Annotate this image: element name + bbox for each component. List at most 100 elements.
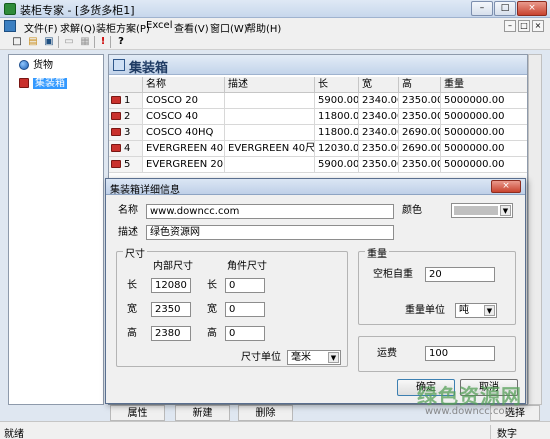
color-select[interactable]: ▼ bbox=[451, 203, 513, 218]
table-cell-description[interactable] bbox=[225, 125, 315, 141]
table-cell-weight[interactable]: 5000000.00 bbox=[441, 125, 527, 141]
menu-excel[interactable]: Excel bbox=[146, 20, 173, 31]
table-cell-weight[interactable]: 5000000.00 bbox=[441, 93, 527, 109]
inner-height-input[interactable]: 2380 bbox=[151, 326, 191, 341]
table-cell-name[interactable]: COSCO 20 bbox=[143, 93, 225, 109]
weight-unit-label: 重量单位 bbox=[405, 305, 445, 316]
alert-icon[interactable]: ! bbox=[96, 35, 110, 49]
vertical-scrollbar[interactable] bbox=[528, 54, 542, 405]
table-cell-width[interactable]: 2340.00 bbox=[359, 109, 399, 125]
mdi-minimize-button[interactable]: – bbox=[504, 20, 516, 32]
table-cell-length[interactable]: 12030.00 bbox=[315, 141, 359, 157]
print-icon[interactable]: ▦ bbox=[78, 35, 92, 49]
table-cell-description[interactable] bbox=[225, 157, 315, 173]
table-cell-height[interactable]: 2350.00 bbox=[399, 157, 441, 173]
menu-help[interactable]: 帮助(H) bbox=[246, 20, 281, 35]
inner-width-input[interactable]: 2350 bbox=[151, 302, 191, 317]
dialog-title-bar: 集装箱详细信息 × bbox=[106, 179, 525, 196]
page-title: 集装箱 bbox=[129, 61, 169, 76]
column-header-description[interactable]: 描述 bbox=[225, 77, 315, 93]
menu-window[interactable]: 窗口(W) bbox=[210, 20, 248, 35]
row-number: 5 bbox=[124, 159, 131, 170]
column-header-height[interactable]: 高 bbox=[399, 77, 441, 93]
column-header-width[interactable]: 宽 bbox=[359, 77, 399, 93]
chevron-down-icon: ▼ bbox=[328, 352, 339, 363]
table-cell-height[interactable]: 2690.00 bbox=[399, 141, 441, 157]
open-folder-icon[interactable]: ▤ bbox=[26, 35, 40, 49]
table-cell-name[interactable]: EVERGREEN 40HQ bbox=[143, 141, 225, 157]
table-cell-description[interactable]: EVERGREEN 40尺加高 bbox=[225, 141, 315, 157]
corner-width-input[interactable]: 0 bbox=[225, 302, 265, 317]
name-input[interactable]: www.downcc.com bbox=[146, 204, 394, 219]
chevron-down-icon: ▼ bbox=[484, 305, 495, 316]
delete-button[interactable]: 删除 bbox=[238, 405, 293, 421]
table-cell-name[interactable]: COSCO 40HQ bbox=[143, 125, 225, 141]
table-cell-length[interactable]: 11800.00 bbox=[315, 125, 359, 141]
save-icon[interactable]: ▣ bbox=[42, 35, 56, 49]
inner-height-label: 高 bbox=[127, 328, 137, 339]
weight-unit-select[interactable]: 吨 ▼ bbox=[455, 303, 497, 318]
table-cell-width[interactable]: 2340.00 bbox=[359, 93, 399, 109]
freight-input[interactable]: 100 bbox=[425, 346, 495, 361]
mdi-close-button[interactable]: × bbox=[532, 20, 544, 32]
row-number: 4 bbox=[124, 143, 131, 154]
table-cell-weight[interactable]: 5000000.00 bbox=[441, 109, 527, 125]
close-button[interactable]: × bbox=[517, 1, 547, 16]
weight-group: 重量 空柜自重 20 重量单位 吨 ▼ bbox=[358, 245, 516, 325]
globe-icon bbox=[19, 60, 29, 70]
table-cell-description[interactable] bbox=[225, 109, 315, 125]
maximize-button[interactable]: □ bbox=[494, 1, 516, 16]
title-bar: 装柜专家 - [多货多柜1] – □ × bbox=[0, 0, 550, 18]
description-label: 描述 bbox=[118, 227, 138, 238]
menu-view[interactable]: 查看(V) bbox=[174, 20, 209, 35]
row-header[interactable]: 2 bbox=[109, 109, 143, 125]
mdi-restore-button[interactable]: □ bbox=[518, 20, 530, 32]
table-cell-length[interactable]: 5900.00 bbox=[315, 93, 359, 109]
new-file-icon[interactable]: □ bbox=[10, 35, 24, 49]
description-input[interactable]: 绿色资源网 bbox=[146, 225, 394, 240]
table-cell-height[interactable]: 2690.00 bbox=[399, 125, 441, 141]
inner-length-input[interactable]: 12080 bbox=[151, 278, 191, 293]
menu-file[interactable]: 文件(F) bbox=[24, 20, 58, 35]
table-cell-height[interactable]: 2350.00 bbox=[399, 109, 441, 125]
tree-item-goods[interactable]: 货物 bbox=[19, 59, 53, 73]
size-unit-select[interactable]: 毫米 ▼ bbox=[287, 350, 341, 365]
column-header-length[interactable]: 长 bbox=[315, 77, 359, 93]
minimize-button[interactable]: – bbox=[471, 1, 493, 16]
table-cell-width[interactable]: 2350.00 bbox=[359, 157, 399, 173]
table-cell-length[interactable]: 5900.00 bbox=[315, 157, 359, 173]
table-cell-weight[interactable]: 5000000.00 bbox=[441, 141, 527, 157]
column-header-weight[interactable]: 重量 bbox=[441, 77, 527, 93]
menu-solve[interactable]: 求解(Q) bbox=[60, 20, 96, 35]
table-cell-name[interactable]: COSCO 40 bbox=[143, 109, 225, 125]
row-header[interactable]: 1 bbox=[109, 93, 143, 109]
tare-weight-label: 空柜自重 bbox=[373, 269, 413, 280]
column-header-row-header[interactable] bbox=[109, 77, 143, 93]
table-cell-weight[interactable]: 5000000.00 bbox=[441, 157, 527, 173]
table-cell-width[interactable]: 2350.00 bbox=[359, 141, 399, 157]
table-cell-description[interactable] bbox=[225, 93, 315, 109]
corner-height-input[interactable]: 0 bbox=[225, 326, 265, 341]
row-header[interactable]: 3 bbox=[109, 125, 143, 141]
table-cell-name[interactable]: EVERGREEN 20 bbox=[143, 157, 225, 173]
column-header-name[interactable]: 名称 bbox=[143, 77, 225, 93]
properties-button[interactable]: 属性 bbox=[110, 405, 165, 421]
document-icon bbox=[4, 20, 16, 32]
row-header[interactable]: 4 bbox=[109, 141, 143, 157]
table-cell-length[interactable]: 11800.00 bbox=[315, 109, 359, 125]
table-cell-height[interactable]: 2350.00 bbox=[399, 93, 441, 109]
dialog-close-button[interactable]: × bbox=[491, 180, 521, 193]
size-unit-label: 尺寸单位 bbox=[241, 352, 281, 363]
container-icon bbox=[111, 112, 121, 120]
new-button[interactable]: 新建 bbox=[175, 405, 230, 421]
tree-item-containers[interactable]: 集装箱 bbox=[19, 77, 67, 91]
corner-length-input[interactable]: 0 bbox=[225, 278, 265, 293]
table-cell-width[interactable]: 2340.00 bbox=[359, 125, 399, 141]
help-icon[interactable]: ? bbox=[114, 35, 128, 49]
print-preview-icon[interactable]: ▭ bbox=[62, 35, 76, 49]
row-header[interactable]: 5 bbox=[109, 157, 143, 173]
tare-weight-input[interactable]: 20 bbox=[425, 267, 495, 282]
container-icon bbox=[111, 128, 121, 136]
freight-label: 运费 bbox=[377, 348, 397, 359]
menu-plan[interactable]: 装柜方案(P) bbox=[96, 20, 150, 35]
